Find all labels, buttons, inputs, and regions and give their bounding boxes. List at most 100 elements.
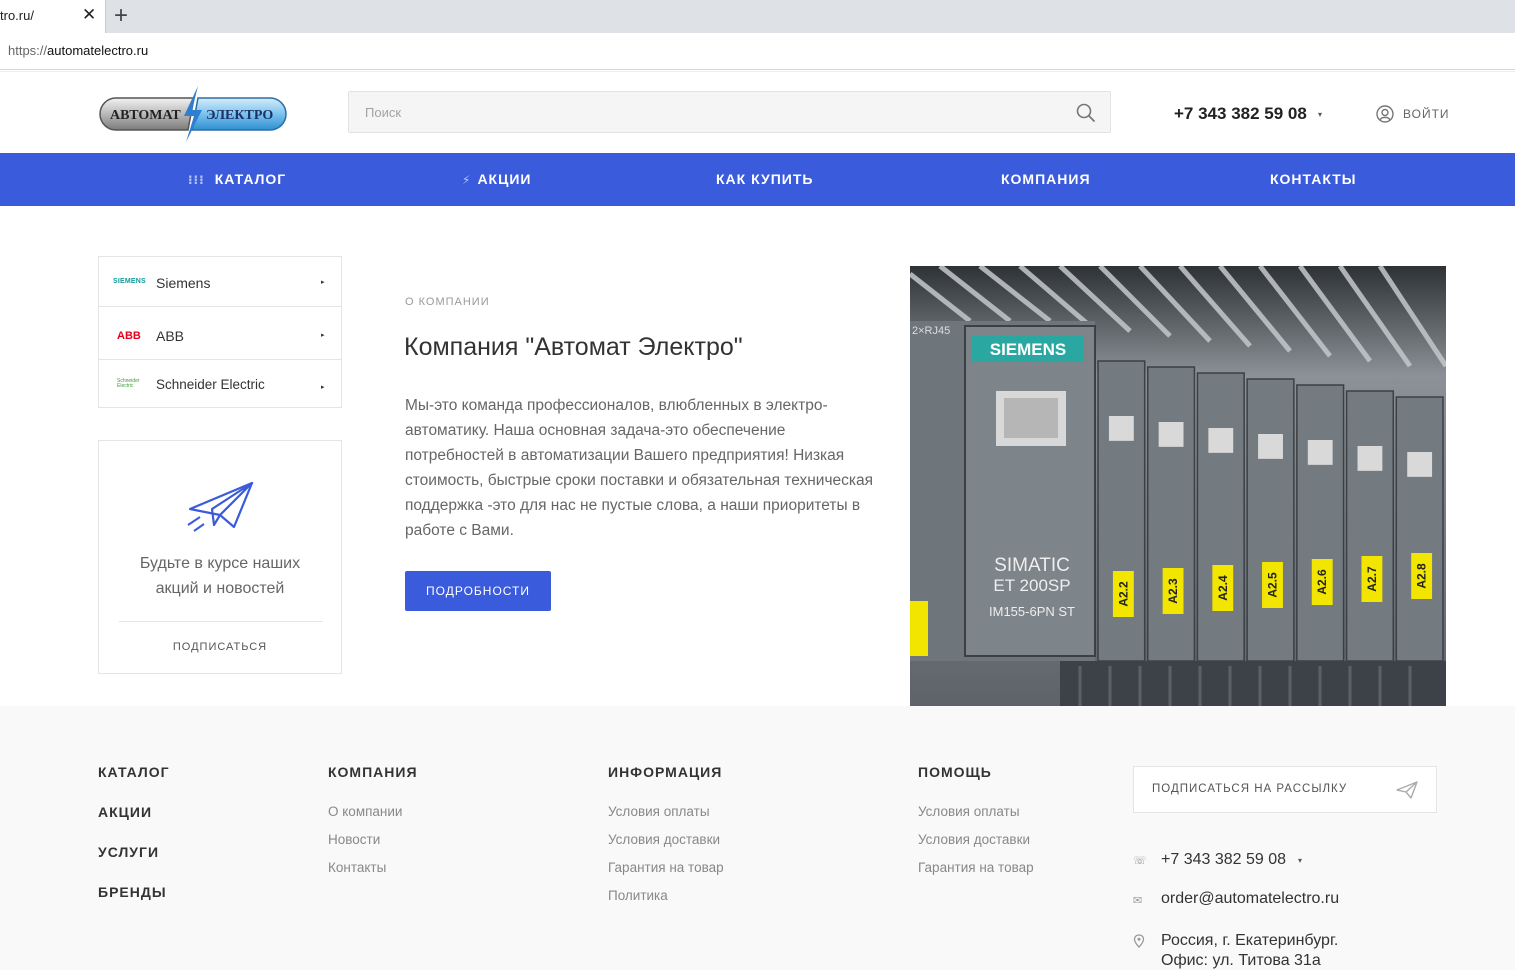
logo-text-left: АВТОМАТ <box>110 108 181 123</box>
nav-item-catalog[interactable]: ⁝⁝⁝ КАТАЛОГ <box>188 153 286 206</box>
footer-link-promos[interactable]: АКЦИИ <box>98 804 152 820</box>
about-title: Компания "Автомат Электро" <box>404 333 743 361</box>
lightning-icon: ⚡ <box>462 172 472 187</box>
module-label: A2.8 <box>1415 563 1429 589</box>
newsletter-label: ПОДПИСАТЬСЯ НА РАССЫЛКУ <box>1152 783 1348 795</box>
footer-heading-info: ИНФОРМАЦИЯ <box>608 764 723 780</box>
qr-code <box>1158 422 1184 447</box>
brands-menu: SIEMENS Siemens ▸ ABB ABB ▸ Schneider El… <box>98 256 342 408</box>
plc-image: SIEMENS 2×RJ45 SIMATIC ET 200SP IM155-6P… <box>910 266 1446 706</box>
photo-port-label: 2×RJ45 <box>912 325 950 337</box>
io-module <box>1196 372 1245 662</box>
header-phone[interactable]: +7 343 382 59 08 <box>1174 104 1307 124</box>
phone-icon: ☏ <box>1133 855 1147 867</box>
logo-text-right: ЭЛЕКТРО <box>206 108 273 123</box>
footer-link-brands[interactable]: БРЕНДЫ <box>98 884 167 900</box>
chevron-right-icon: ▸ <box>321 279 325 286</box>
module-label: A2.7 <box>1365 566 1379 592</box>
nav-item-contacts[interactable]: КОНТАКТЫ <box>1270 153 1356 206</box>
site-logo[interactable]: АВТОМАТ ЭЛЕКТРО <box>98 86 290 142</box>
footer-link-policy[interactable]: Политика <box>608 888 668 903</box>
module-label: A2.4 <box>1216 575 1230 601</box>
brand-label: Siemens <box>156 275 211 291</box>
user-icon <box>1376 105 1394 123</box>
brand-item-siemens[interactable]: SIEMENS Siemens ▸ <box>99 257 341 307</box>
footer-link-warranty[interactable]: Гарантия на товар <box>608 860 724 875</box>
photo-model-3: IM155-6PN ST <box>989 604 1075 619</box>
nav-item-how-to-buy[interactable]: КАК КУПИТЬ <box>716 153 813 206</box>
brand-label: Schneider Electric <box>156 377 265 392</box>
chevron-down-icon[interactable]: ▾ <box>1298 856 1310 865</box>
mail-icon: ✉ <box>1133 895 1143 907</box>
grid-icon: ⁝⁝⁝ <box>188 172 205 187</box>
nav-label-promos: АКЦИИ <box>477 171 532 187</box>
qr-code <box>1208 428 1234 453</box>
abb-logo-icon: ABB <box>117 330 141 342</box>
footer-link-news[interactable]: Новости <box>328 832 380 847</box>
about-kicker: О КОМПАНИИ <box>405 296 490 308</box>
divider <box>119 621 323 622</box>
browser-tab[interactable]: tro.ru/ ✕ <box>0 0 106 33</box>
send-icon <box>1396 781 1418 799</box>
footer-link-help-payment[interactable]: Условия оплаты <box>918 804 1020 819</box>
footer-link-about[interactable]: О компании <box>328 804 402 819</box>
module-label: A2.5 <box>1265 572 1279 598</box>
footer-link-services[interactable]: УСЛУГИ <box>98 844 159 860</box>
url-text[interactable]: https://automatelectro.ru <box>8 43 148 58</box>
io-module <box>1296 384 1345 662</box>
qr-code <box>1407 452 1433 477</box>
logo-graphic: АВТОМАТ ЭЛЕКТРО <box>99 86 287 142</box>
footer-link-help-warranty[interactable]: Гарантия на товар <box>918 860 1034 875</box>
new-tab-icon[interactable]: + <box>114 2 128 30</box>
tab-title: tro.ru/ <box>0 8 34 23</box>
site-header: АВТОМАТ ЭЛЕКТРО +7 343 382 59 08 ▾ ВОЙТИ <box>0 71 1515 153</box>
about-text: Мы-это команда профессионалов, влюбленны… <box>405 397 874 539</box>
newsletter-subscribe-button[interactable]: ПОДПИСАТЬСЯ НА РАССЫЛКУ <box>1133 766 1437 813</box>
search-box <box>348 91 1111 133</box>
search-icon[interactable] <box>1076 103 1096 123</box>
qr-code <box>1307 440 1333 465</box>
main-nav: ⁝⁝⁝ КАТАЛОГ ⚡ АКЦИИ КАК КУПИТЬ КОМПАНИЯ КО… <box>0 153 1515 206</box>
footer-phone[interactable]: +7 343 382 59 08 <box>1161 851 1286 869</box>
paper-plane-icon <box>187 481 254 532</box>
io-module <box>1395 396 1444 662</box>
footer-link-payment[interactable]: Условия оплаты <box>608 804 710 819</box>
qr-code <box>1108 416 1134 441</box>
footer-address-line-2: Офис: ул. Титова 31а <box>1161 952 1321 969</box>
chevron-right-icon: ▸ <box>321 332 325 339</box>
company-photo: SIEMENS 2×RJ45 SIMATIC ET 200SP IM155-6P… <box>910 266 1446 706</box>
brand-item-abb[interactable]: ABB ABB ▸ <box>99 310 341 360</box>
brand-label: ABB <box>156 328 185 344</box>
qr-code <box>1258 434 1283 459</box>
close-tab-icon[interactable]: ✕ <box>82 5 96 25</box>
footer-link-help-delivery[interactable]: Условия доставки <box>918 832 1030 847</box>
io-module <box>1246 378 1295 662</box>
subscribe-text: Будьте в курсе наших акций и новостей <box>139 555 301 597</box>
subscribe-link[interactable]: ПОДПИСАТЬСЯ <box>99 641 341 653</box>
photo-brand: SIEMENS <box>990 340 1067 359</box>
nav-item-company[interactable]: КОМПАНИЯ <box>1001 153 1091 206</box>
site-footer: КАТАЛОГ АКЦИИ УСЛУГИ БРЕНДЫ КОМПАНИЯ О к… <box>0 706 1515 970</box>
footer-heading-company: КОМПАНИЯ <box>328 764 418 780</box>
details-button[interactable]: ПОДРОБНОСТИ <box>405 571 551 611</box>
photo-model-1: SIMATIC <box>994 555 1070 576</box>
io-module <box>1146 366 1196 662</box>
footer-link-catalog[interactable]: КАТАЛОГ <box>98 764 170 780</box>
search-input[interactable] <box>349 92 1049 132</box>
footer-email[interactable]: order@automatelectro.ru <box>1161 890 1339 908</box>
footer-link-contacts[interactable]: Контакты <box>328 860 386 875</box>
url-scheme: https:// <box>8 43 48 58</box>
module-label: A2.3 <box>1166 578 1180 604</box>
siemens-logo-icon: SIEMENS <box>113 278 146 285</box>
footer-address-line-1: Россия, г. Екатеринбург. <box>1161 932 1339 949</box>
browser-tabbar: tro.ru/ ✕ + <box>0 0 1515 33</box>
address-bar[interactable]: https://automatelectro.ru <box>0 33 1515 70</box>
chevron-down-icon[interactable]: ▾ <box>1318 110 1322 119</box>
subscribe-widget: Будьте в курсе наших акций и новостей ПО… <box>98 440 342 674</box>
nav-label-catalog: КАТАЛОГ <box>214 171 287 187</box>
footer-link-delivery[interactable]: Условия доставки <box>608 832 720 847</box>
nav-item-promos[interactable]: ⚡ АКЦИИ <box>462 153 531 206</box>
brand-item-schneider[interactable]: Schneider Electric Schneider Electric ▸ <box>99 363 341 408</box>
location-pin-icon <box>1133 934 1145 948</box>
login-label: ВОЙТИ <box>1403 107 1450 121</box>
